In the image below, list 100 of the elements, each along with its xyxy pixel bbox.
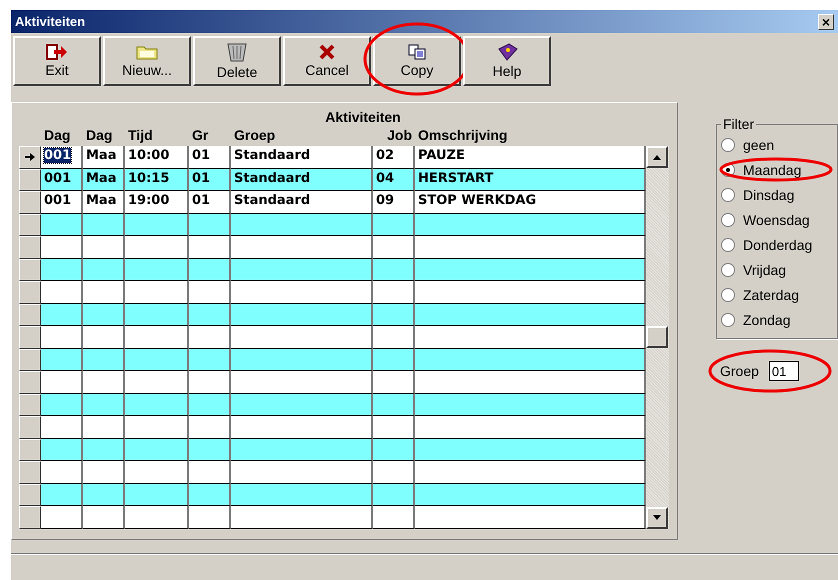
row-indicator[interactable]: [19, 416, 41, 438]
exit-button[interactable]: Exit: [13, 36, 101, 86]
row-indicator[interactable]: [19, 214, 41, 236]
table-cell: 04: [373, 168, 415, 191]
scroll-up-button[interactable]: [646, 146, 668, 168]
row-indicator[interactable]: [19, 168, 41, 191]
column-header: Gr: [191, 126, 210, 145]
table-cell: [41, 214, 83, 236]
radio-button[interactable]: [721, 262, 735, 276]
current-row-arrow-icon: [25, 152, 35, 162]
row-indicator[interactable]: [19, 304, 41, 326]
radio-option[interactable]: Vrijdag: [721, 257, 835, 282]
column-header: Dag: [43, 126, 72, 145]
table-cell: [83, 484, 125, 506]
table-cell: [83, 214, 125, 236]
table-cell: [83, 416, 125, 438]
table-cell: [373, 416, 415, 438]
table-cell: [373, 236, 415, 258]
row-indicator[interactable]: [19, 394, 41, 416]
table-cell: [41, 461, 83, 484]
table-cell: STOP WERKDAG: [415, 191, 646, 214]
column-header: Tijd: [127, 126, 154, 145]
row-indicator[interactable]: [19, 484, 41, 506]
radio-button[interactable]: [721, 238, 735, 252]
radio-option[interactable]: geen: [721, 132, 835, 157]
row-indicator[interactable]: [19, 461, 41, 484]
table-cell: [125, 214, 189, 236]
table-cell: [189, 281, 231, 304]
delete-button[interactable]: Delete: [193, 36, 281, 86]
row-indicator[interactable]: [19, 258, 41, 281]
row-indicator[interactable]: [19, 506, 41, 528]
table-cell: [41, 326, 83, 348]
table-cell: [189, 258, 231, 281]
radio-button[interactable]: [721, 312, 735, 326]
column-header: Dag: [85, 126, 114, 145]
row-indicator[interactable]: [19, 281, 41, 304]
table-cell: [41, 348, 83, 371]
table-cell: [125, 371, 189, 394]
down-triangle-icon: [653, 515, 661, 520]
new-button[interactable]: Nieuw...: [103, 36, 191, 86]
table-cell: [373, 438, 415, 461]
table-cell: [189, 394, 231, 416]
table-cell: [189, 236, 231, 258]
groep-field[interactable]: 01: [768, 361, 799, 381]
table-cell: [189, 304, 231, 326]
table-cell: 001: [41, 168, 83, 191]
row-indicator[interactable]: [19, 348, 41, 371]
table-cell: [189, 371, 231, 394]
table-cell: [189, 438, 231, 461]
column-header: Job: [386, 126, 413, 145]
radio-button[interactable]: [721, 188, 735, 202]
table-cell: PAUZE: [415, 146, 646, 168]
row-indicator[interactable]: [19, 438, 41, 461]
scroll-thumb[interactable]: [646, 326, 668, 348]
table-cell: [41, 258, 83, 281]
radio-option[interactable]: Zaterdag: [721, 282, 835, 307]
radio-button[interactable]: [721, 288, 735, 302]
table-cell: [41, 506, 83, 528]
row-indicator[interactable]: [19, 236, 41, 258]
table-cell: [125, 281, 189, 304]
table-cell: [373, 281, 415, 304]
radio-option[interactable]: Dinsdag: [721, 182, 835, 207]
cancel-button[interactable]: Cancel: [283, 36, 371, 86]
radio-option[interactable]: Zondag: [721, 307, 835, 332]
table-cell: [125, 394, 189, 416]
table-cell: [373, 394, 415, 416]
row-indicator[interactable]: [19, 326, 41, 348]
table-cell: [125, 484, 189, 506]
folder-icon: [136, 44, 158, 60]
row-indicator[interactable]: [19, 371, 41, 394]
table-cell: [373, 461, 415, 484]
help-button[interactable]: Help: [463, 36, 551, 86]
row-indicator[interactable]: [19, 146, 41, 168]
table-cell: [125, 461, 189, 484]
table-cell: HERSTART: [415, 168, 646, 191]
table-cell: [373, 214, 415, 236]
cross-icon: [319, 44, 335, 60]
table-cell: 10:00: [125, 146, 189, 168]
table-cell: [41, 394, 83, 416]
row-indicator[interactable]: [19, 191, 41, 214]
radio-button[interactable]: [721, 138, 735, 152]
radio-option[interactable]: Woensdag: [721, 207, 835, 232]
radio-button[interactable]: [721, 212, 735, 226]
table-cell: [125, 416, 189, 438]
table-cell: [83, 281, 125, 304]
table-cell: [83, 438, 125, 461]
table-cell: [189, 416, 231, 438]
table-cell: [125, 236, 189, 258]
radio-option[interactable]: Donderdag: [721, 232, 835, 257]
scroll-down-button[interactable]: [646, 506, 668, 528]
close-button[interactable]: ×: [818, 14, 834, 30]
table-cell: [189, 484, 231, 506]
table-cell: [41, 371, 83, 394]
column-header: Groep: [233, 126, 276, 145]
table-cell: Maa: [83, 146, 125, 168]
table-cell: [125, 258, 189, 281]
copy-button[interactable]: Copy: [373, 36, 461, 86]
window-title: Aktiviteiten: [15, 14, 86, 29]
table-cell: 02: [373, 146, 415, 168]
table-cell: [83, 236, 125, 258]
